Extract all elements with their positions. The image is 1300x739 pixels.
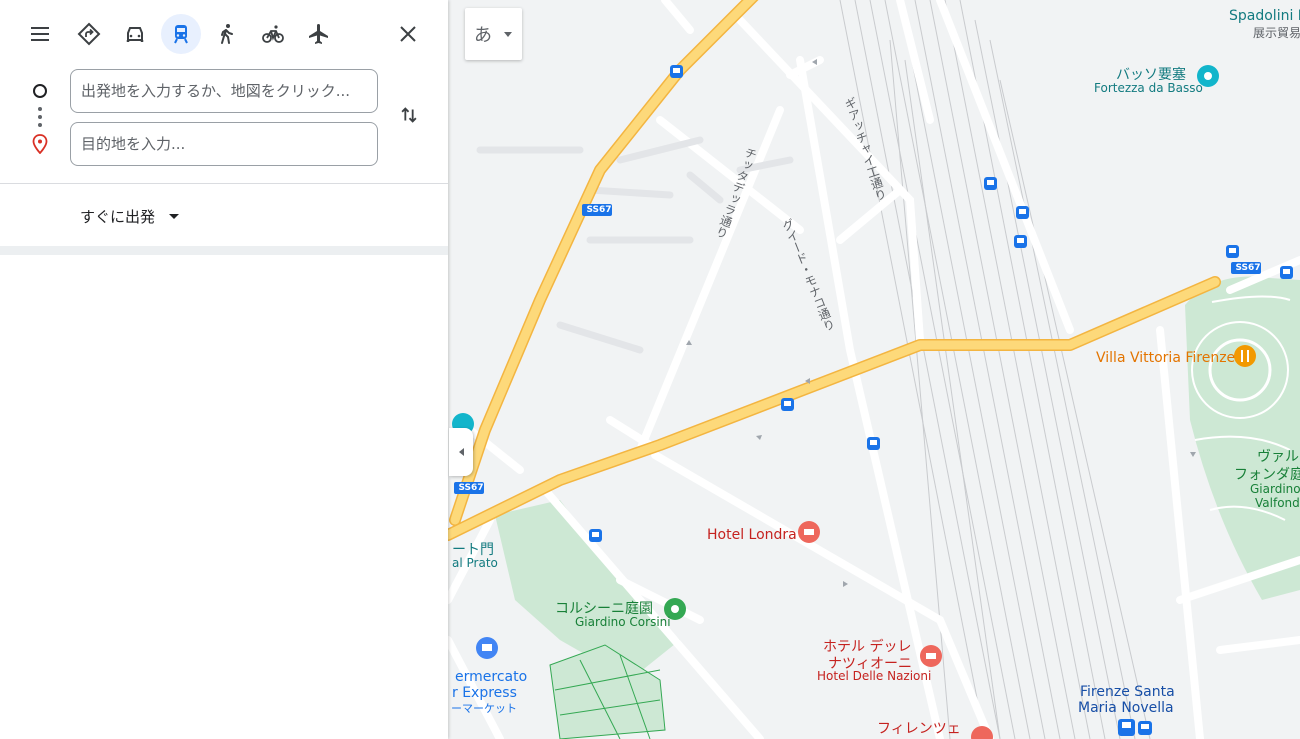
- plane-icon: [309, 24, 328, 44]
- map-label-super2[interactable]: r Express: [452, 685, 517, 701]
- depart-label: すぐに出発: [80, 207, 156, 226]
- cycling-mode-button[interactable]: [253, 14, 293, 54]
- map-label-corsini-it[interactable]: Giardino Corsini: [575, 615, 671, 629]
- travel-mode-bar: [0, 0, 448, 66]
- route-shield-label: SS67: [586, 205, 612, 215]
- map-label-valfonda-ja2[interactable]: フォンダ庭: [1234, 464, 1300, 484]
- close-button[interactable]: [388, 14, 428, 54]
- dropdown-caret-icon: [169, 213, 180, 219]
- map-label-valfonda-ja1[interactable]: ヴァル: [1257, 446, 1299, 466]
- swap-button[interactable]: [392, 98, 426, 132]
- directions-icon: [77, 22, 101, 46]
- route-shield-label: SS67: [458, 483, 484, 493]
- map-label-fortezza-it[interactable]: Fortezza da Basso: [1094, 81, 1203, 95]
- ime-label: あ: [474, 25, 492, 46]
- map-label-valfonda-it2[interactable]: Valfonda: [1255, 496, 1300, 510]
- map-label-super1[interactable]: ermercato: [455, 669, 527, 685]
- route-dots-icon: [38, 115, 42, 119]
- map-label-villa-vittoria[interactable]: Villa Vittoria Firenze: [1096, 350, 1235, 366]
- origin-input[interactable]: [70, 69, 378, 113]
- bike-icon: [262, 25, 284, 43]
- collapse-panel-button[interactable]: [449, 428, 473, 476]
- route-shield: [454, 204, 1261, 494]
- destination-input[interactable]: [70, 122, 378, 166]
- ime-caret-icon: [504, 31, 512, 37]
- route-dots-icon: [38, 107, 42, 111]
- map-label-nazioni-it[interactable]: Hotel Delle Nazioni: [817, 669, 931, 683]
- map-label-spadolini-sub: 展示貿易: [1253, 26, 1300, 40]
- section-separator: [0, 246, 448, 255]
- directions-panel: すぐに出発: [0, 0, 448, 739]
- map-label-smn2[interactable]: Maria Novella: [1078, 700, 1174, 716]
- route-inputs: [0, 66, 448, 184]
- map-label-smn1[interactable]: Firenze Santa: [1080, 684, 1175, 700]
- map-label-spadolini[interactable]: Spadolini P: [1229, 8, 1300, 24]
- car-icon: [126, 27, 144, 42]
- driving-mode-button[interactable]: [115, 14, 155, 54]
- best-route-mode-button[interactable]: [69, 14, 109, 54]
- route-shield-label: SS67: [1235, 263, 1261, 273]
- depart-time-dropdown[interactable]: すぐに出発: [80, 204, 180, 228]
- menu-button[interactable]: [20, 14, 60, 54]
- map-label-hotel-londra[interactable]: Hotel Londra: [707, 527, 797, 543]
- divider: [0, 183, 448, 184]
- swap-arrows-icon: [401, 107, 417, 123]
- menu-icon: [31, 27, 49, 41]
- destination-pin-icon: [32, 134, 48, 154]
- transit-mode-button[interactable]: [161, 14, 201, 54]
- input-method-button[interactable]: あ: [465, 8, 522, 60]
- close-icon: [400, 26, 416, 42]
- route-dots-icon: [38, 123, 42, 127]
- map-label-valfonda-it1[interactable]: Giardino d: [1250, 482, 1300, 496]
- map-label-florence-ja[interactable]: フィレンツェ: [877, 718, 961, 738]
- train-icon: [174, 25, 188, 44]
- flights-mode-button[interactable]: [299, 14, 339, 54]
- map-label-porta-it[interactable]: al Prato: [452, 556, 498, 570]
- railway-tracks: [839, 0, 1151, 739]
- walk-icon: [221, 24, 233, 44]
- walking-mode-button[interactable]: [207, 14, 247, 54]
- origin-circle-icon: [33, 84, 47, 98]
- map-label-super3[interactable]: ーマーケット: [451, 700, 517, 716]
- chevron-left-icon: [458, 448, 464, 456]
